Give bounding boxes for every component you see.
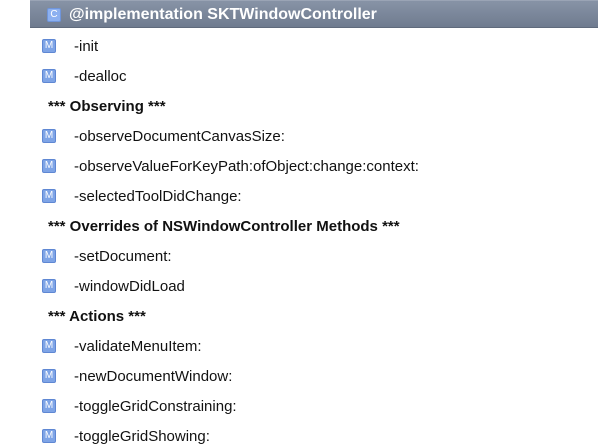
header-row[interactable]: C @implementation SKTWindowController: [47, 3, 377, 27]
method-label: -toggleGridConstraining:: [74, 397, 237, 415]
method-label: -selectedToolDidChange:: [74, 187, 242, 205]
section-label: *** Observing ***: [48, 97, 166, 115]
method-label: -init: [74, 37, 99, 55]
section-label: *** Overrides of NSWindowController Meth…: [48, 217, 400, 235]
method-icon: M: [42, 69, 56, 83]
header-title: @implementation SKTWindowController: [69, 6, 377, 23]
method-icon: M: [42, 429, 56, 443]
method-label: -validateMenuItem:: [74, 337, 202, 355]
method-row-window-did-load[interactable]: M -windowDidLoad: [42, 274, 185, 298]
class-implementation-header[interactable]: C @implementation SKTWindowController: [30, 0, 598, 28]
method-icon: M: [42, 279, 56, 293]
method-label: -toggleGridShowing:: [74, 427, 210, 445]
method-row-toggle-grid-showing[interactable]: M -toggleGridShowing:: [42, 424, 210, 448]
method-row-toggle-grid-constraining[interactable]: M -toggleGridConstraining:: [42, 394, 237, 418]
section-row-observing[interactable]: *** Observing ***: [14, 94, 166, 118]
method-icon: M: [42, 189, 56, 203]
method-row-selected-tool-did-change[interactable]: M -selectedToolDidChange:: [42, 184, 242, 208]
method-label: -setDocument:: [74, 247, 172, 265]
method-row-observe-document-canvas-size[interactable]: M -observeDocumentCanvasSize:: [42, 124, 285, 148]
method-label: -observeDocumentCanvasSize:: [74, 127, 285, 145]
method-row-init[interactable]: M -init: [42, 34, 98, 58]
method-label: -dealloc: [74, 67, 127, 85]
method-navigator-panel: C @implementation SKTWindowController M …: [0, 0, 598, 445]
section-row-overrides[interactable]: *** Overrides of NSWindowController Meth…: [14, 214, 400, 238]
class-icon: C: [47, 8, 61, 22]
method-label: -windowDidLoad: [74, 277, 185, 295]
method-icon: M: [42, 339, 56, 353]
method-row-new-document-window[interactable]: M -newDocumentWindow:: [42, 364, 232, 388]
method-icon: M: [42, 399, 56, 413]
section-row-actions[interactable]: *** Actions ***: [14, 304, 146, 328]
method-icon: M: [42, 39, 56, 53]
method-row-observe-value-for-key-path[interactable]: M -observeValueForKeyPath:ofObject:chang…: [42, 154, 419, 178]
method-row-dealloc[interactable]: M -dealloc: [42, 64, 127, 88]
section-label: *** Actions ***: [48, 307, 146, 325]
method-icon: M: [42, 129, 56, 143]
method-icon: M: [42, 159, 56, 173]
method-icon: M: [42, 249, 56, 263]
method-label: -observeValueForKeyPath:ofObject:change:…: [74, 157, 419, 175]
method-row-validate-menu-item[interactable]: M -validateMenuItem:: [42, 334, 202, 358]
method-row-set-document[interactable]: M -setDocument:: [42, 244, 172, 268]
method-label: -newDocumentWindow:: [74, 367, 233, 385]
method-icon: M: [42, 369, 56, 383]
